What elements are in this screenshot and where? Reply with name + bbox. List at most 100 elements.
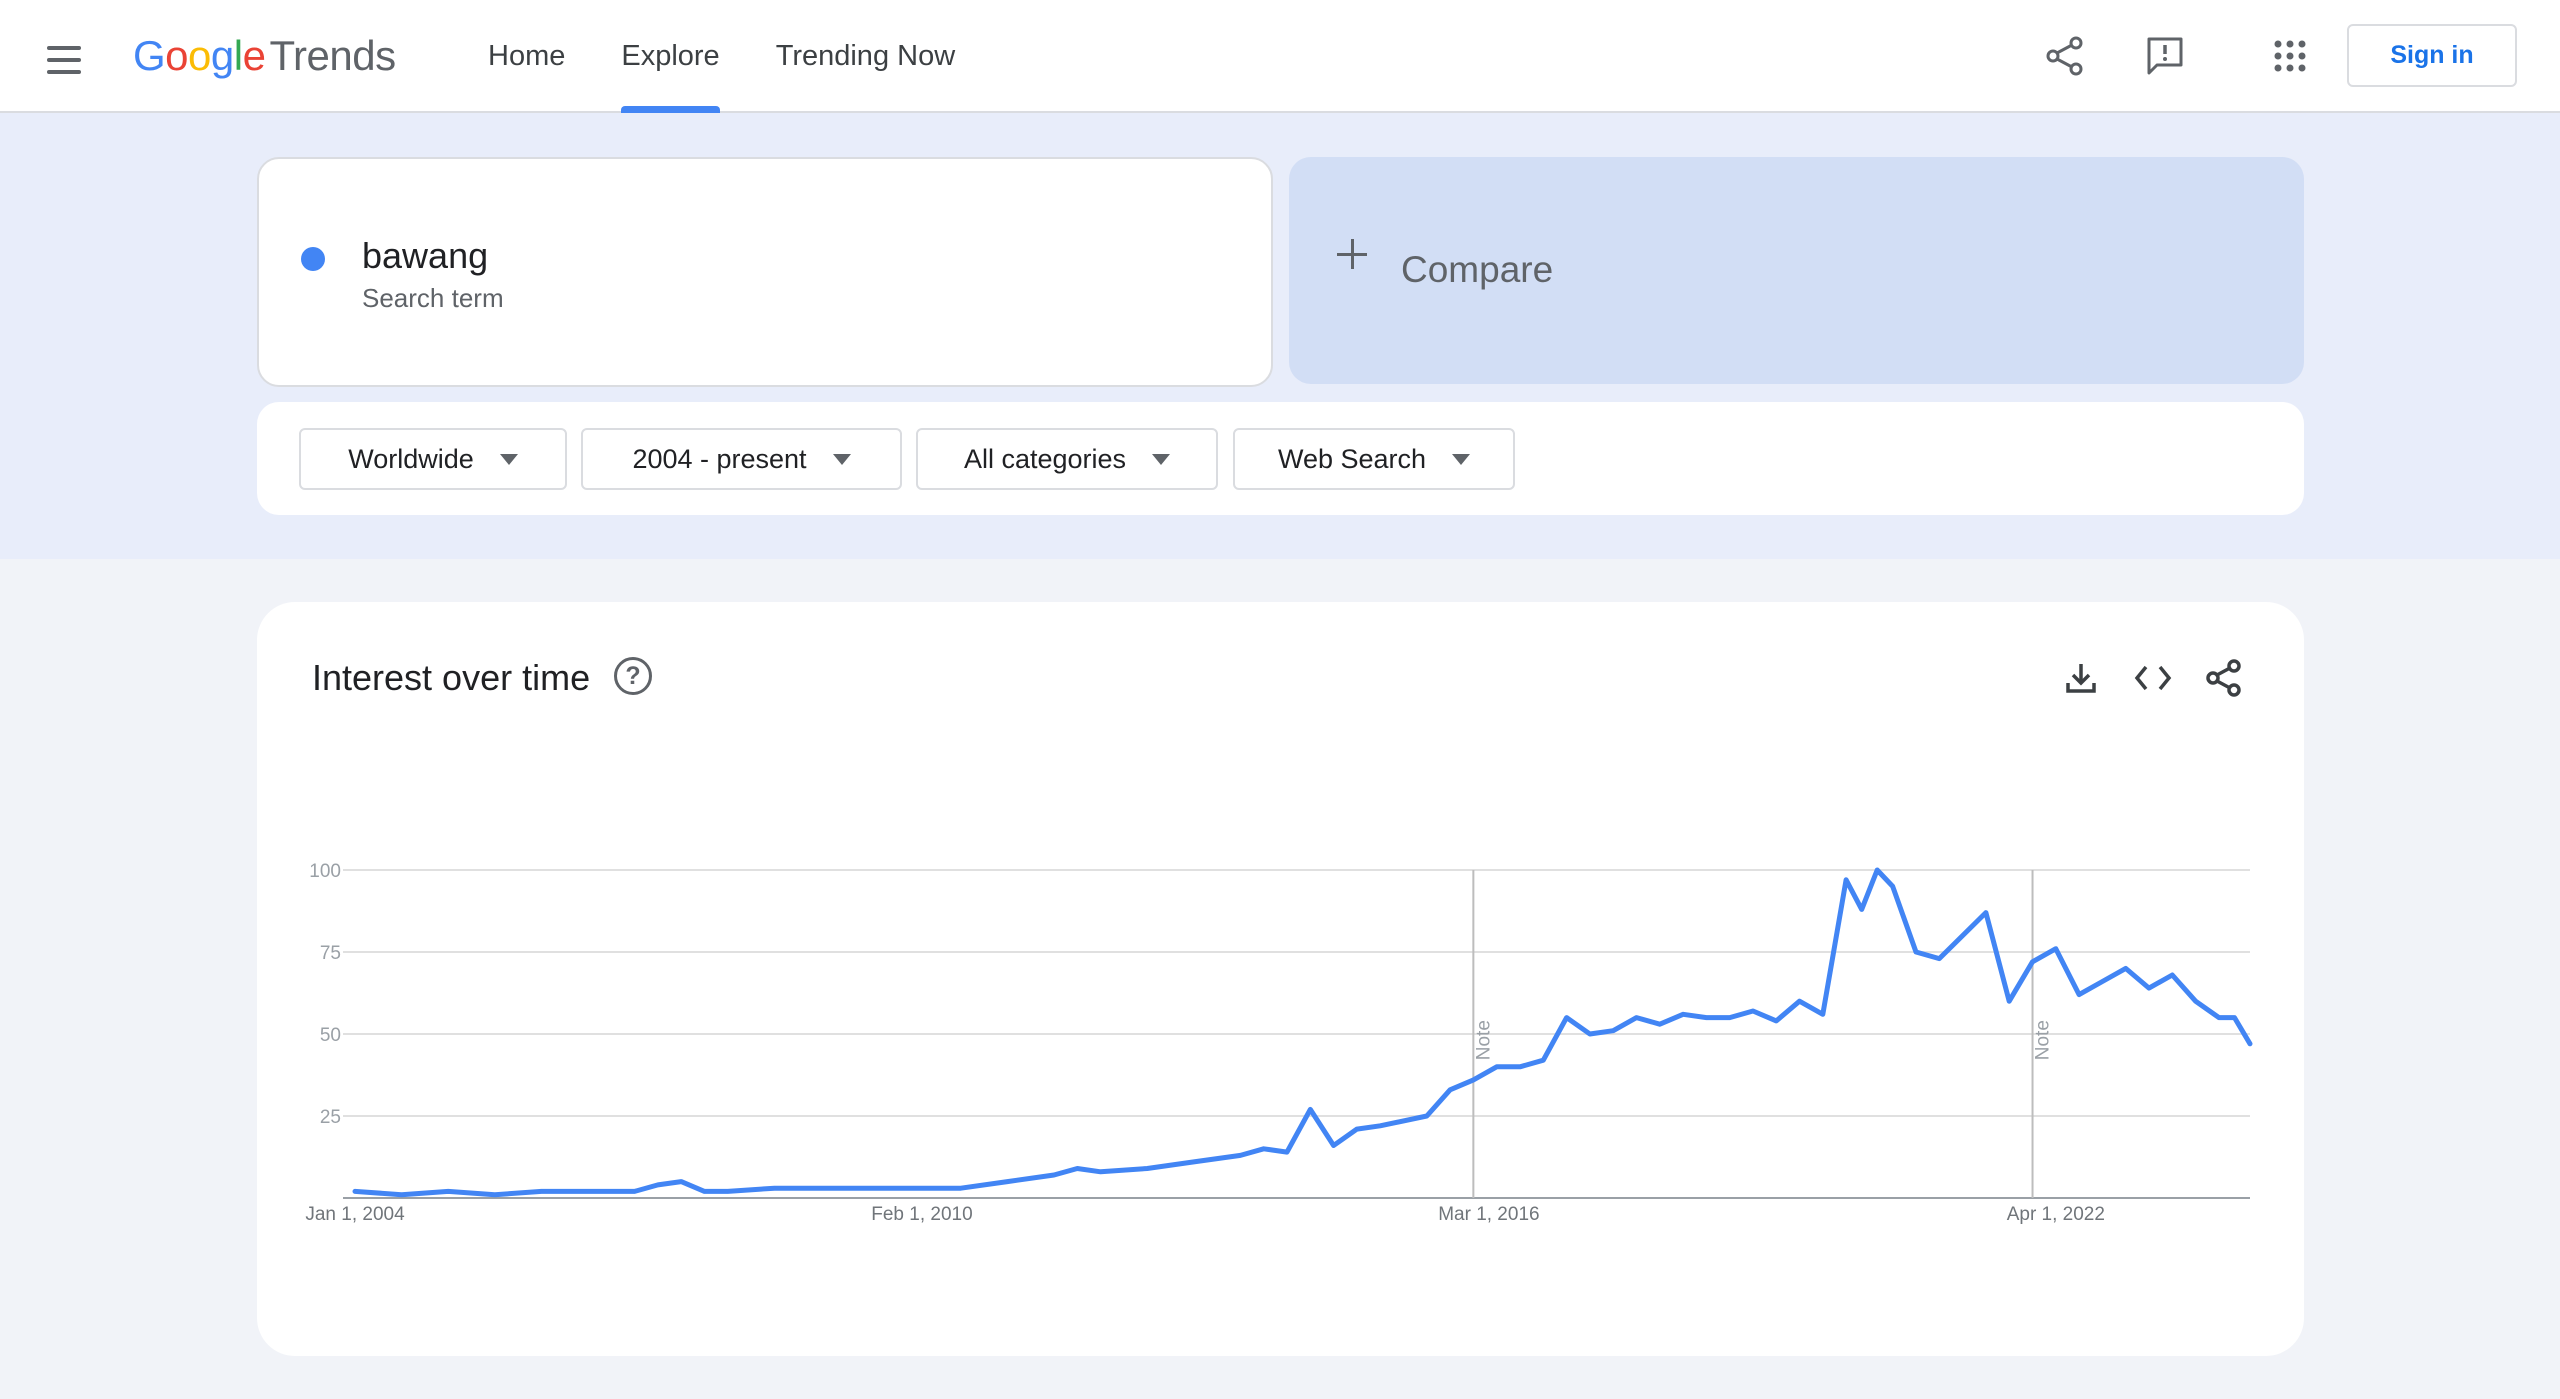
data-point bbox=[1860, 907, 1864, 911]
data-point bbox=[1914, 950, 1918, 954]
nav-explore[interactable]: Explore bbox=[593, 0, 747, 113]
data-point bbox=[493, 1193, 497, 1197]
data-point bbox=[2232, 1016, 2236, 1020]
dropdown-arrow-icon bbox=[1152, 453, 1171, 465]
y-tick-label: 25 bbox=[320, 1107, 341, 1128]
compare-button[interactable]: Compare bbox=[1289, 157, 2304, 384]
data-point bbox=[1332, 1144, 1336, 1148]
search-type-dropdown[interactable]: Web Search bbox=[1233, 428, 1515, 490]
data-point bbox=[702, 1189, 706, 1193]
data-point bbox=[1052, 1173, 1056, 1177]
download-icon[interactable] bbox=[2057, 654, 2105, 702]
dropdown-arrow-icon bbox=[1452, 453, 1471, 465]
interest-over-time-chart: 25 50 75 100 Jan 1, 2004 Feb 1, 2010 Mar 1, 20… bbox=[305, 861, 2253, 1225]
category-value: All categories bbox=[963, 443, 1127, 474]
sign-in-button[interactable]: Sign in bbox=[2347, 24, 2517, 87]
menu-icon[interactable] bbox=[34, 30, 94, 90]
apps-grid-icon[interactable] bbox=[2264, 30, 2316, 82]
data-point bbox=[1145, 1166, 1149, 1170]
data-point bbox=[679, 1180, 683, 1184]
share-icon[interactable] bbox=[2039, 30, 2091, 82]
main-nav: Home Explore Trending Now bbox=[460, 0, 983, 113]
data-point bbox=[1611, 1029, 1615, 1033]
data-point bbox=[2170, 973, 2174, 977]
x-tick-label: Jan 1, 2004 bbox=[305, 1204, 405, 1225]
data-point bbox=[586, 1189, 590, 1193]
data-point bbox=[1192, 1160, 1196, 1164]
dropdown-arrow-icon bbox=[499, 453, 518, 465]
data-point bbox=[633, 1189, 637, 1193]
search-term-name[interactable]: bawang bbox=[362, 235, 488, 277]
time-range-dropdown[interactable]: 2004 - present bbox=[581, 428, 902, 490]
note-marker-label: Note bbox=[2033, 1020, 2054, 1060]
app-header: Go o g l e Trends Home Explore Trending Now S… bbox=[0, 0, 2560, 113]
data-point bbox=[1798, 999, 1802, 1003]
data-point bbox=[2077, 993, 2081, 997]
data-point bbox=[1751, 1009, 1755, 1013]
share-icon[interactable] bbox=[2200, 654, 2248, 702]
data-point bbox=[1681, 1012, 1685, 1016]
feedback-icon[interactable] bbox=[2139, 30, 2191, 82]
note-marker-label: Note bbox=[1473, 1020, 1494, 1060]
x-tick-label: Mar 1, 2016 bbox=[1438, 1204, 1539, 1225]
data-point bbox=[1937, 957, 1941, 961]
data-point bbox=[1495, 1065, 1499, 1069]
data-point bbox=[2100, 980, 2104, 984]
data-point bbox=[1541, 1058, 1545, 1062]
dropdown-arrow-icon bbox=[832, 453, 851, 465]
data-point bbox=[772, 1186, 776, 1190]
data-point bbox=[1518, 1065, 1522, 1069]
data-point bbox=[1308, 1107, 1312, 1111]
data-point bbox=[1075, 1166, 1079, 1170]
region-value: Worldwide bbox=[348, 443, 474, 474]
data-point bbox=[726, 1189, 730, 1193]
data-point bbox=[1984, 911, 1988, 915]
data-point bbox=[1285, 1150, 1289, 1154]
data-point bbox=[2194, 999, 2198, 1003]
data-point bbox=[656, 1183, 660, 1187]
data-point bbox=[2248, 1042, 2252, 1046]
compare-label: Compare bbox=[1401, 249, 1554, 290]
data-point bbox=[1634, 1016, 1638, 1020]
data-point bbox=[819, 1186, 823, 1190]
plus-icon bbox=[1337, 239, 1367, 269]
nav-home[interactable]: Home bbox=[460, 0, 593, 113]
data-point bbox=[1704, 1016, 1708, 1020]
chart-title: Interest over time bbox=[312, 657, 591, 698]
search-type-value: Web Search bbox=[1277, 443, 1427, 474]
search-term-type: Search term bbox=[362, 283, 504, 313]
y-tick-label: 100 bbox=[309, 861, 341, 882]
data-point bbox=[2147, 986, 2151, 990]
data-point bbox=[1728, 1016, 1732, 1020]
category-dropdown[interactable]: All categories bbox=[916, 428, 1218, 490]
data-point bbox=[353, 1189, 357, 1193]
x-tick-label: Feb 1, 2010 bbox=[871, 1204, 972, 1225]
data-point bbox=[866, 1186, 870, 1190]
embed-code-icon[interactable] bbox=[2129, 654, 2177, 702]
data-point bbox=[2124, 966, 2128, 970]
data-point bbox=[1262, 1147, 1266, 1151]
data-point bbox=[1565, 1016, 1569, 1020]
data-point bbox=[1355, 1127, 1359, 1131]
google-trends-logo[interactable]: Go o g l e Trends bbox=[133, 32, 396, 80]
y-tick-label: 75 bbox=[320, 943, 341, 964]
data-point bbox=[912, 1186, 916, 1190]
data-point bbox=[1875, 868, 1879, 872]
data-point bbox=[1658, 1022, 1662, 1026]
data-point bbox=[1471, 1078, 1475, 1082]
nav-trending-now[interactable]: Trending Now bbox=[748, 0, 983, 113]
data-point bbox=[446, 1189, 450, 1193]
data-point bbox=[1891, 884, 1895, 888]
region-dropdown[interactable]: Worldwide bbox=[299, 428, 567, 490]
data-point bbox=[1099, 1170, 1103, 1174]
data-point bbox=[1821, 1012, 1825, 1016]
filter-bar: Worldwide 2004 - present All categories … bbox=[257, 402, 2304, 515]
help-circle-icon[interactable]: ? bbox=[614, 657, 652, 695]
data-point bbox=[539, 1189, 543, 1193]
x-tick-label: Apr 1, 2022 bbox=[2007, 1204, 2105, 1225]
search-term-card[interactable]: bawang Search term bbox=[257, 157, 1273, 387]
data-point bbox=[959, 1186, 963, 1190]
data-point bbox=[1961, 934, 1965, 938]
data-point bbox=[1588, 1032, 1592, 1036]
data-point bbox=[2217, 1016, 2221, 1020]
